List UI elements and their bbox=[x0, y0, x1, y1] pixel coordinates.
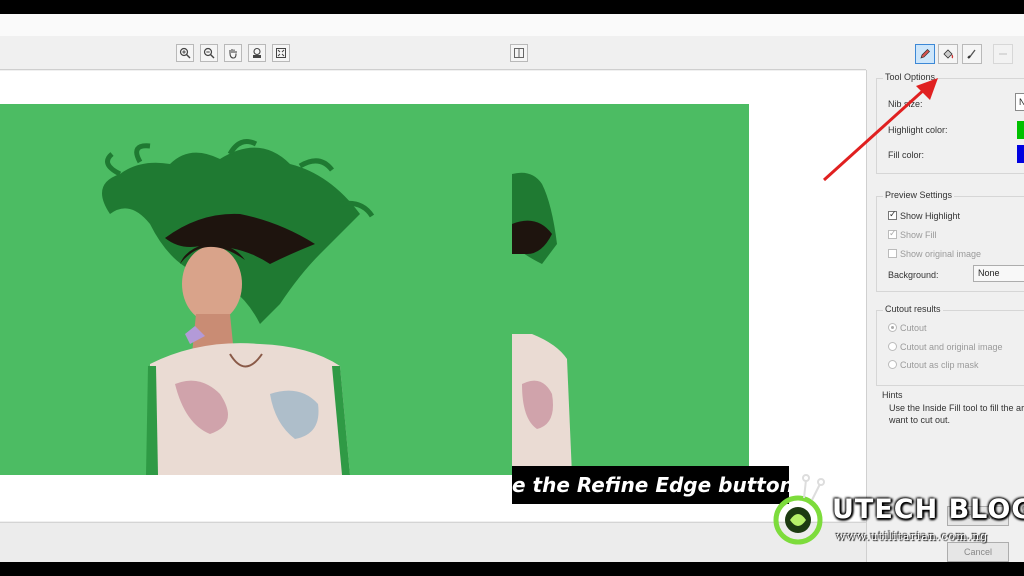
show-highlight-checkbox[interactable]: ✓ Show Highlight bbox=[888, 209, 961, 221]
split-view-icon[interactable] bbox=[510, 44, 528, 62]
checkbox-checked-icon: ✓ bbox=[888, 209, 897, 220]
preview-settings-title: Preview Settings bbox=[883, 190, 955, 200]
fit-icon[interactable] bbox=[272, 44, 290, 62]
utech-logo-icon bbox=[773, 474, 825, 545]
brush-icon[interactable] bbox=[962, 44, 982, 64]
red-arrow-annotation bbox=[822, 78, 938, 182]
show-fill-label: Show Fill bbox=[900, 230, 937, 240]
show-fill-checkbox[interactable]: ✓ Show Fill bbox=[888, 228, 937, 240]
clip-mask-label: Cutout as clip mask bbox=[900, 360, 979, 370]
radio-selected-icon bbox=[888, 323, 897, 332]
video-bottom-bar bbox=[0, 562, 1024, 576]
hints-text-line1: Use the Inside Fill tool to fill the are bbox=[889, 403, 1024, 413]
pencil-icon[interactable] bbox=[915, 44, 935, 64]
zoom-in-icon[interactable] bbox=[176, 44, 194, 62]
watermark-brand-name: UTECH BLOG bbox=[832, 494, 1024, 525]
highlighted-photo bbox=[0, 104, 512, 475]
status-bar bbox=[0, 522, 866, 562]
radio-icon bbox=[888, 360, 897, 369]
view-toolbar bbox=[0, 36, 866, 70]
checkbox-icon bbox=[888, 249, 897, 258]
cutout-results-title: Cutout results bbox=[883, 304, 943, 314]
preview-photo bbox=[512, 104, 749, 475]
background-label: Background: bbox=[888, 270, 939, 280]
hints-title: Hints bbox=[882, 390, 903, 400]
show-highlight-label: Show Highlight bbox=[900, 211, 961, 221]
cutout-label: Cutout bbox=[900, 323, 927, 333]
undo-icon[interactable] bbox=[993, 44, 1013, 64]
clip-mask-radio[interactable]: Cutout as clip mask bbox=[888, 360, 979, 370]
fill-color-swatch[interactable] bbox=[1017, 145, 1024, 163]
fill-bucket-icon[interactable] bbox=[938, 44, 958, 64]
zoom-selection-icon[interactable] bbox=[248, 44, 266, 62]
nib-size-field[interactable]: N bbox=[1015, 93, 1024, 111]
cutout-and-original-label: Cutout and original image bbox=[900, 342, 1003, 352]
hints-group: Hints Use the Inside Fill tool to fill t… bbox=[876, 388, 1024, 498]
background-select[interactable]: None bbox=[973, 265, 1024, 282]
cutout-radio[interactable]: Cutout bbox=[888, 323, 927, 333]
video-top-bar bbox=[0, 0, 1024, 14]
watermark-url: www.utilitarian.com.ng bbox=[836, 530, 989, 543]
cutout-results-group: Cutout results Cutout Cutout and origina… bbox=[876, 304, 1024, 386]
highlight-color-swatch[interactable] bbox=[1017, 121, 1024, 139]
radio-icon bbox=[888, 342, 897, 351]
cutout-and-original-radio[interactable]: Cutout and original image bbox=[888, 342, 1003, 352]
hints-text-line2: want to cut out. bbox=[889, 415, 951, 425]
preview-canvas[interactable] bbox=[0, 71, 866, 521]
cancel-button[interactable]: Cancel bbox=[947, 542, 1009, 562]
subtitle-caption: e the Refine Edge button. bbox=[512, 466, 789, 504]
preview-settings-group: Preview Settings ✓ Show Highlight ✓ Show F… bbox=[876, 190, 1024, 292]
show-original-checkbox[interactable]: Show original image bbox=[888, 249, 981, 259]
checkbox-checked-icon: ✓ bbox=[888, 228, 897, 239]
zoom-out-icon[interactable] bbox=[200, 44, 218, 62]
show-original-label: Show original image bbox=[900, 249, 982, 259]
hand-icon[interactable] bbox=[224, 44, 242, 62]
window-title-band bbox=[0, 14, 1024, 36]
